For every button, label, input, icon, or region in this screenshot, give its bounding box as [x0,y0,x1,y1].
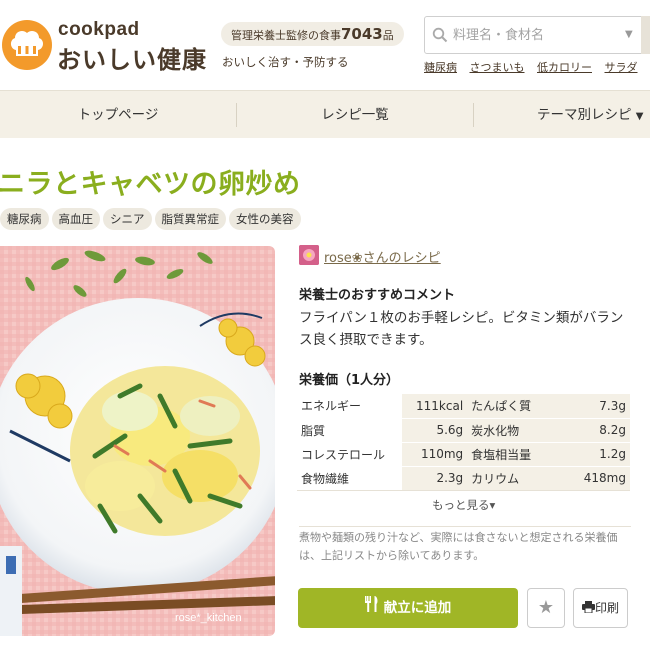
nav-item-recipes[interactable]: レシピ一覧 [237,91,473,139]
table-row: 脂質 5.6g 炭水化物 8.2g [297,418,630,443]
add-to-menu-button[interactable]: 献立に追加 [298,588,518,628]
nav-item-top[interactable]: トップページ [0,91,236,139]
recipe-title: ニラとキャベツの卵炒め [0,169,301,200]
keyword-link[interactable]: サラダ [605,61,638,74]
print-label: 印刷 [594,601,619,615]
popular-keywords: 糖尿病 さつまいも 低カロリー サラダ 野 [424,59,650,75]
nutrient-value: 418mg [566,466,630,491]
badge-count: 7043 [341,25,383,43]
logo-subtitle[interactable]: おいしい健康 [57,40,207,75]
nutrient-value: 111kcal [402,394,468,419]
photo-credit: rose*_kitchen [175,612,242,624]
nutrient-label: たんぱく質 [467,394,567,419]
nutrition-note: 煮物や麺類の残り汁など、実際には食さないと想定される栄養価は、上記リストから除い… [299,526,631,565]
tag-chip[interactable]: 糖尿病 [0,208,49,230]
table-row: コレステロール 110mg 食塩相当量 1.2g [297,442,630,467]
chevron-down-icon: ▼ [635,111,644,122]
nutrient-label: エネルギー [297,394,403,419]
show-more-link[interactable]: もっと見る▾ [432,497,495,513]
tag-chip[interactable]: 高血圧 [51,208,100,230]
author-link[interactable]: rose❀さんのレシピ [324,247,441,266]
tagline: おいしく治す・予防する [222,55,349,69]
nutrient-value: 8.2g [566,418,630,443]
add-to-menu-label: 献立に追加 [383,600,452,616]
comment-heading: 栄養士のおすすめコメント [299,288,456,303]
tag-chip[interactable]: 女性の美容 [229,208,301,230]
nutrition-table: エネルギー 111kcal たんぱく質 7.3g 脂質 5.6g 炭水化物 8.… [297,394,630,491]
recipe-tags: 糖尿病 高血圧 シニア 脂質異常症 女性の美容 [0,208,304,230]
nutrient-label: 食物繊維 [297,466,403,491]
nutrient-label: コレステロール [297,442,403,467]
nutrient-label: 食塩相当量 [467,442,567,467]
avatar[interactable] [299,245,319,265]
recipe-photo[interactable] [0,246,275,636]
printer-icon [581,590,595,628]
fork-knife-icon [364,588,379,628]
star-icon: ★ [537,597,555,618]
chevron-down-icon[interactable]: ▼ [625,29,633,40]
favorite-button[interactable]: ★ [527,588,565,628]
nutrient-value: 7.3g [566,394,630,419]
nutrient-value: 2.3g [402,466,468,491]
tag-chip[interactable]: 脂質異常症 [154,208,226,230]
search-input[interactable] [453,24,613,46]
recipe-count-badge: 管理栄養士監修の食事7043品 [221,22,404,46]
dietitian-comment: フライパン１枚のお手軽レシピ。ビタミン類がバランス良く摂取できます。 [299,310,624,348]
nutrient-value: 110mg [402,442,468,467]
divider [297,490,630,491]
nav-item-themes[interactable]: テーマ別レシピ ▼ [474,91,650,139]
nutrient-value: 1.2g [566,442,630,467]
search-box[interactable]: ▼ [424,16,644,54]
tag-chip[interactable]: シニア [103,208,152,230]
nutrition-heading: 栄養価（1人分） [299,373,400,388]
search-icon [432,27,448,47]
main-nav: トップページ レシピ一覧 テーマ別レシピ ▼ [0,90,650,138]
table-row: 食物繊維 2.3g カリウム 418mg [297,466,630,491]
search-button[interactable] [641,16,650,54]
keyword-link[interactable]: 糖尿病 [424,61,457,74]
logo-wordmark[interactable]: cookpad [58,19,140,41]
print-button[interactable]: 印刷 [573,588,628,628]
nav-item-themes-label: テーマ別レシピ [537,107,632,123]
nutrient-label: カリウム [467,466,567,491]
table-row: エネルギー 111kcal たんぱく質 7.3g [297,394,630,419]
badge-suffix: 品 [382,29,394,42]
nutrient-label: 炭水化物 [467,418,567,443]
nutrient-label: 脂質 [297,418,403,443]
site-header: cookpad おいしい健康 管理栄養士監修の食事7043品 おいしく治す・予防… [0,0,650,90]
keyword-link[interactable]: 低カロリー [537,61,592,74]
nutrient-value: 5.6g [402,418,468,443]
keyword-link[interactable]: さつまいも [470,61,525,74]
badge-prefix: 管理栄養士監修の食事 [231,29,341,42]
chef-hat-logo-icon[interactable] [2,20,52,70]
